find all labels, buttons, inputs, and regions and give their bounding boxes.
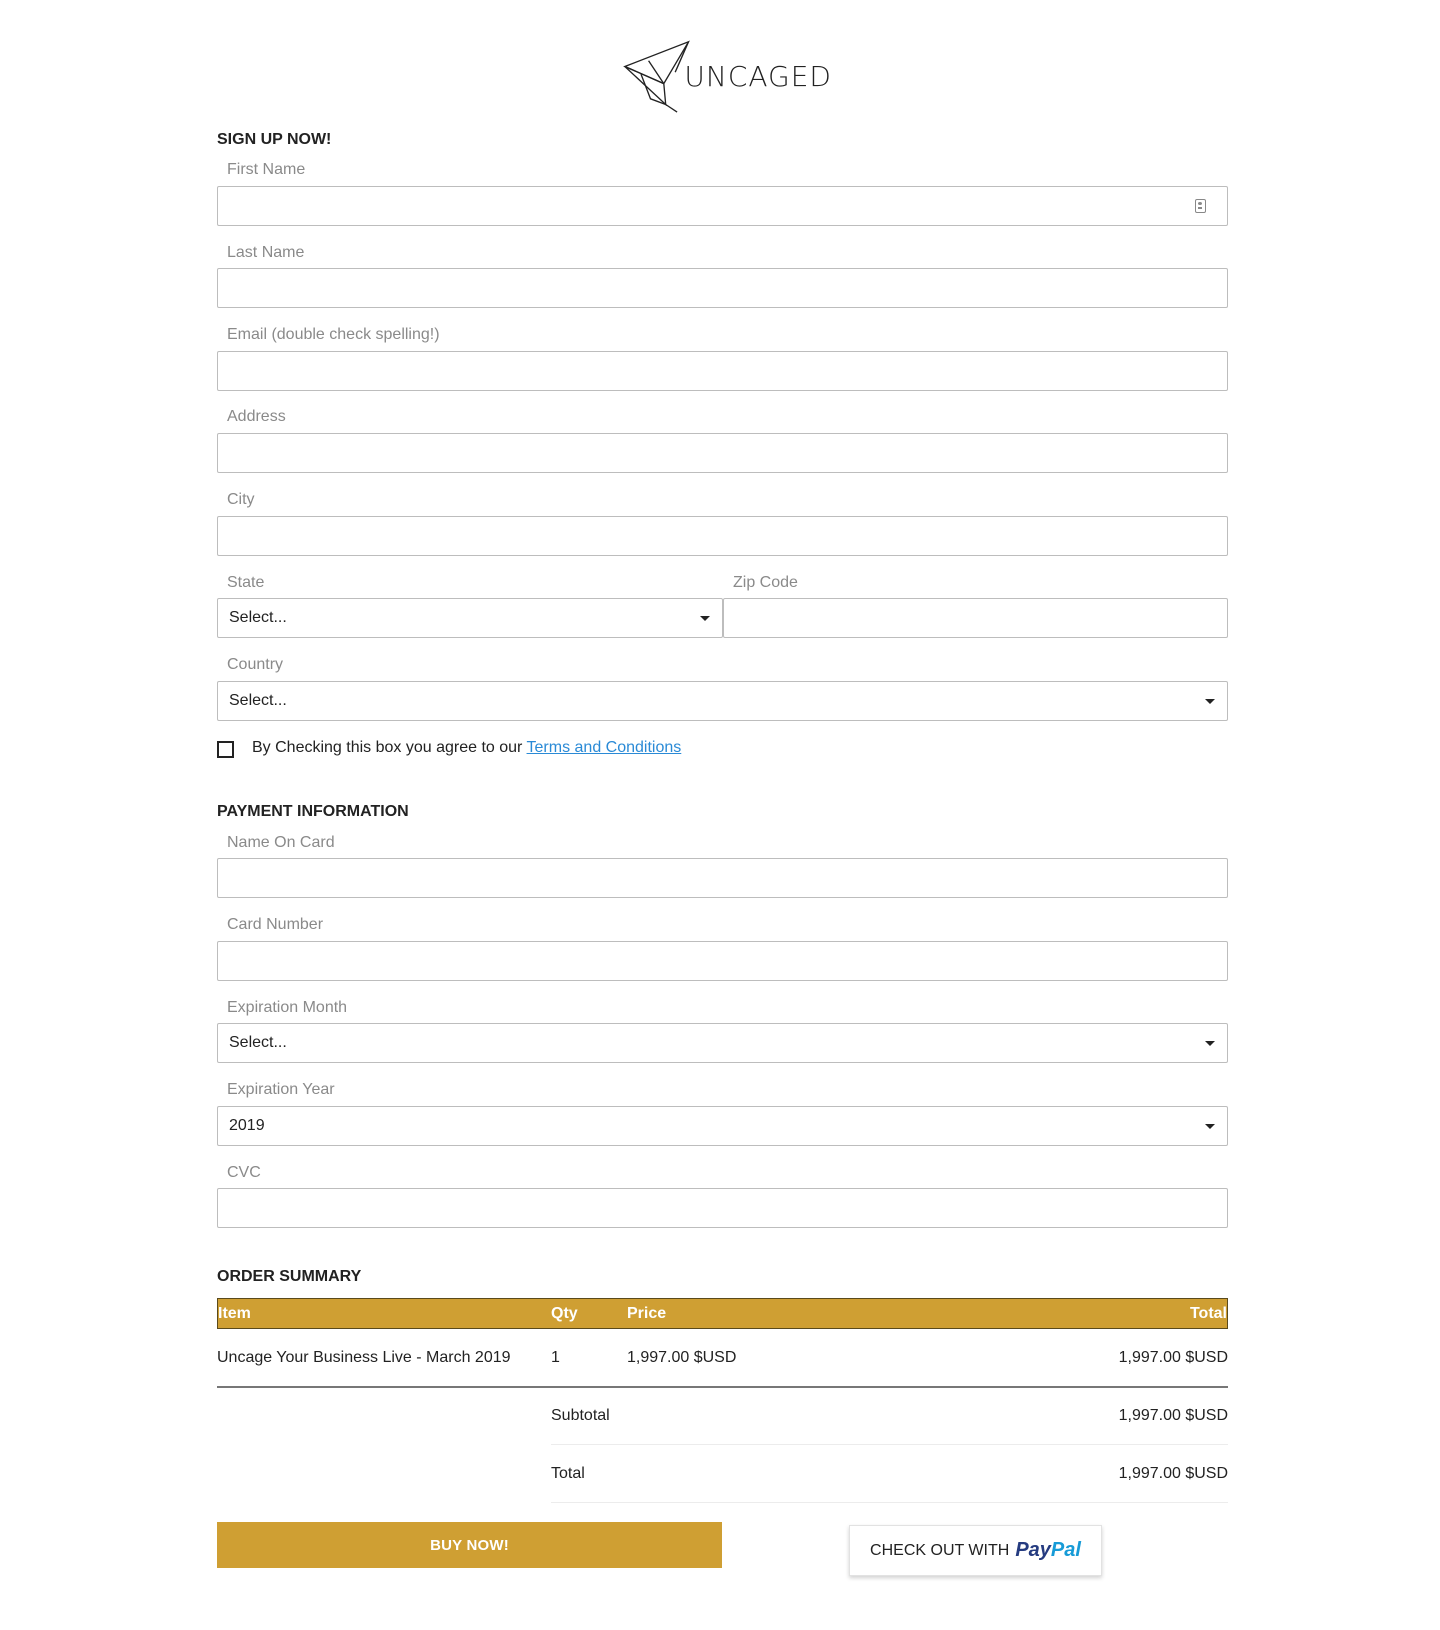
header-item: Item [218, 1305, 251, 1322]
country-select-value: Select... [229, 692, 287, 709]
exp-year-value: 2019 [229, 1117, 265, 1134]
city-label: City [227, 491, 255, 508]
brand-name: UNCAGED [684, 59, 832, 93]
cvc-label: CVC [227, 1164, 261, 1181]
state-select[interactable]: Select... [217, 598, 723, 638]
header-price: Price [627, 1305, 667, 1322]
card-number-label: Card Number [227, 916, 324, 933]
zip-input[interactable] [723, 598, 1228, 638]
row-item: Uncage Your Business Live - March 2019 [217, 1349, 511, 1366]
chevron-down-icon [1205, 699, 1215, 704]
state-label: State [227, 574, 265, 591]
total-divider [551, 1502, 1228, 1503]
address-label: Address [227, 408, 286, 425]
first-name-wrapper [217, 186, 1228, 226]
paypal-button-label: CHECK OUT WITH [870, 1541, 1010, 1559]
paypal-logo-pay: Pay [1015, 1539, 1051, 1561]
total-value: 1,997.00 $USD [1118, 1465, 1228, 1482]
table-divider [217, 1386, 1228, 1388]
signup-title: SIGN UP NOW! [217, 131, 332, 148]
chevron-down-icon [1205, 1041, 1215, 1046]
email-input[interactable] [217, 351, 1228, 391]
country-select[interactable]: Select... [217, 681, 1228, 721]
header-total: Total [1189, 1305, 1227, 1322]
order-summary-title: ORDER SUMMARY [217, 1268, 362, 1285]
cvc-input[interactable] [217, 1188, 1228, 1228]
origami-bird-icon [623, 40, 691, 113]
last-name-input[interactable] [217, 268, 1228, 308]
exp-month-label: Expiration Month [227, 999, 348, 1016]
exp-year-select[interactable]: 2019 [217, 1106, 1228, 1146]
paypal-checkout-button[interactable]: CHECK OUT WITH Pay Pal [849, 1525, 1102, 1576]
payment-title: PAYMENT INFORMATION [217, 803, 409, 820]
paypal-logo-pal: Pal [1050, 1539, 1081, 1561]
total-label: Total [551, 1465, 585, 1482]
subtotal-divider [551, 1444, 1228, 1445]
zip-label: Zip Code [733, 574, 798, 591]
name-on-card-input[interactable] [217, 858, 1228, 898]
exp-year-label: Expiration Year [227, 1081, 335, 1098]
subtotal-label: Subtotal [551, 1407, 610, 1424]
state-select-value: Select... [229, 609, 287, 626]
order-table-header: Item Qty Price Total [217, 1298, 1228, 1329]
chevron-down-icon [700, 616, 710, 621]
city-input[interactable] [217, 516, 1228, 556]
row-price: 1,997.00 $USD [627, 1349, 737, 1366]
country-label: Country [227, 656, 284, 673]
card-number-input[interactable] [217, 941, 1228, 981]
terms-agreement-label: By Checking this box you agree to our [252, 739, 527, 756]
exp-month-value: Select... [229, 1034, 287, 1051]
name-on-card-label: Name On Card [227, 834, 335, 851]
terms-checkbox[interactable] [217, 741, 234, 758]
buy-now-button[interactable]: BUY NOW! [217, 1522, 722, 1568]
last-name-label: Last Name [227, 244, 305, 261]
exp-month-select[interactable]: Select... [217, 1023, 1228, 1063]
email-label: Email (double check spelling!) [227, 326, 440, 343]
contact-card-icon[interactable] [1195, 199, 1206, 213]
brand-logo: UNCAGED [622, 38, 832, 114]
row-total: 1,997.00 $USD [1118, 1349, 1228, 1366]
first-name-label: First Name [227, 161, 306, 178]
first-name-input[interactable] [217, 186, 1228, 226]
row-qty: 1 [551, 1349, 560, 1366]
header-qty: Qty [551, 1305, 578, 1322]
address-input[interactable] [217, 433, 1228, 473]
terms-link[interactable]: Terms and Conditions [527, 739, 682, 756]
chevron-down-icon [1205, 1124, 1215, 1129]
subtotal-value: 1,997.00 $USD [1118, 1407, 1228, 1424]
terms-agreement-text: By Checking this box you agree to our Te… [252, 739, 681, 757]
